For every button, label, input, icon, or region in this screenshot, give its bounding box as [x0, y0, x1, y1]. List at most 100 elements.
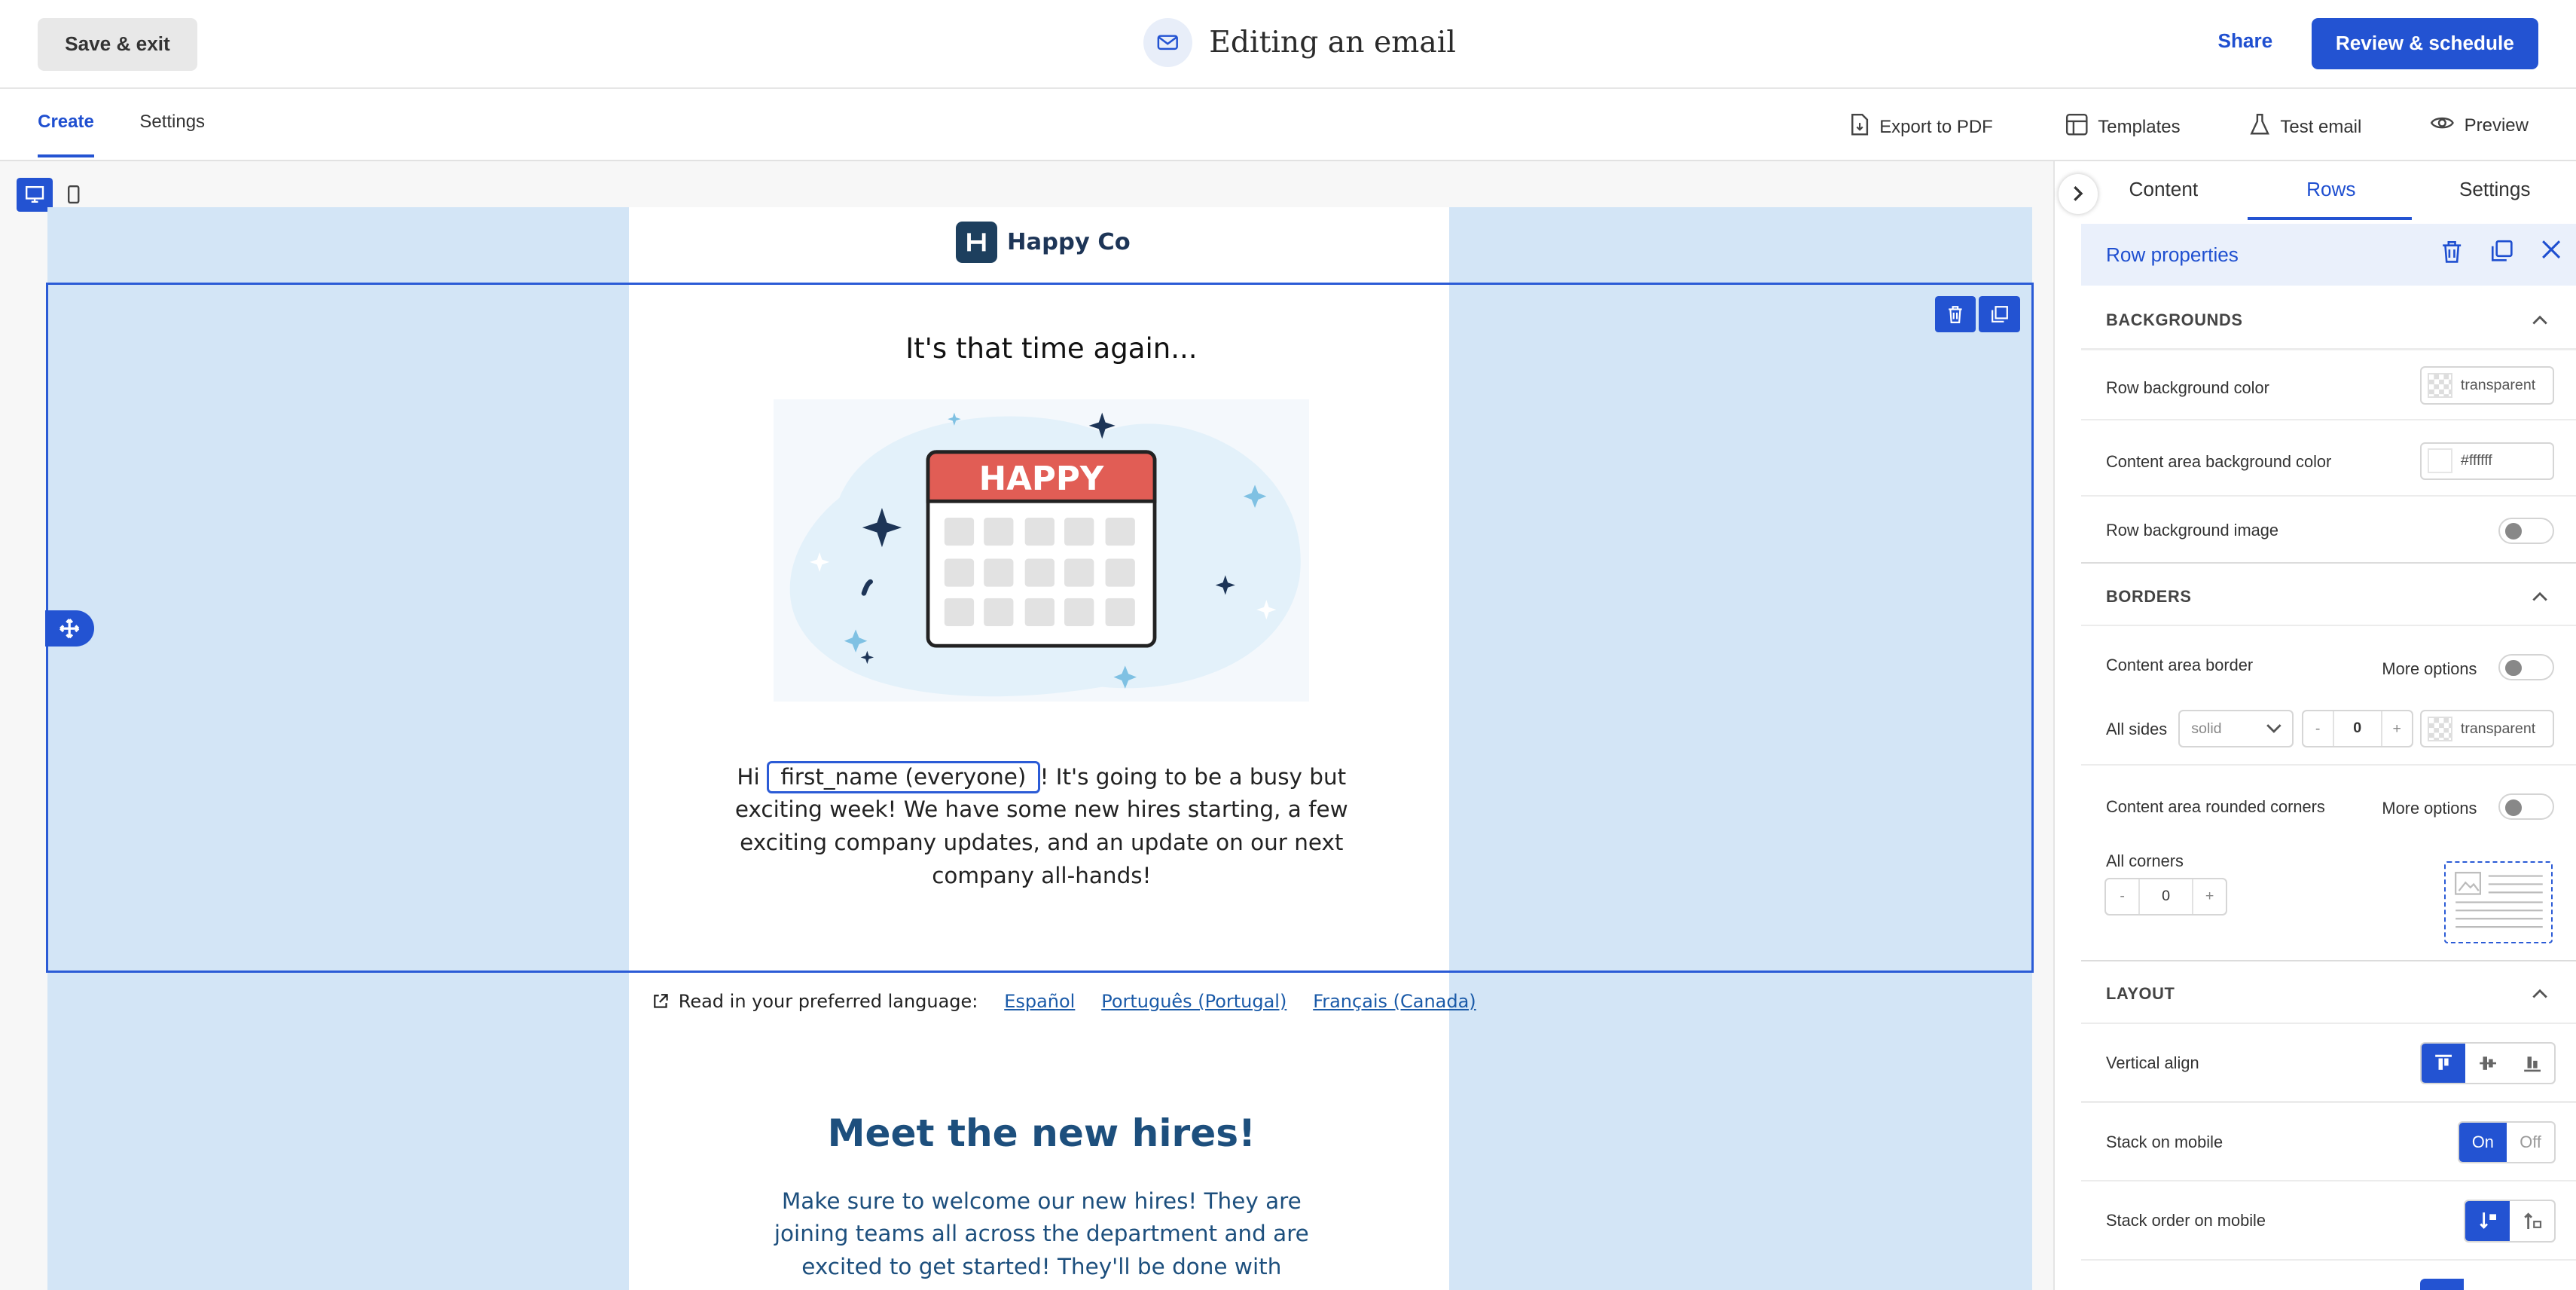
eye-icon — [2430, 113, 2455, 138]
share-link[interactable]: Share — [2218, 29, 2273, 53]
calendar-illustration[interactable]: HAPPY — [774, 399, 1310, 702]
stack-on-button[interactable]: On — [2458, 1122, 2507, 1162]
email-headline[interactable]: It's that time again... — [629, 332, 1473, 365]
align-middle-icon — [2479, 1056, 2496, 1070]
align-bottom-icon — [2523, 1056, 2541, 1072]
row-bg-color-picker[interactable]: transparent — [2419, 366, 2555, 405]
tab-settings[interactable]: Settings — [139, 112, 205, 133]
row-bg-color-label: Row background color — [2106, 378, 2269, 397]
tab-create[interactable]: Create — [38, 112, 94, 157]
copy-icon — [1991, 306, 2008, 323]
stack-order-label: Stack order on mobile — [2106, 1211, 2266, 1230]
rounded-corners-label: Content area rounded corners — [2106, 796, 2325, 816]
export-pdf-button[interactable]: Export to PDF — [1850, 113, 1993, 142]
corners-more-options-label: More options — [2382, 799, 2477, 818]
increment-button[interactable]: + — [2193, 888, 2227, 905]
app: Save & exit Editing an email Share Revie… — [0, 0, 2576, 1290]
trash-icon[interactable] — [2441, 240, 2462, 264]
row-bg-image-label: Row background image — [2106, 521, 2278, 540]
chevron-down-icon — [2266, 723, 2281, 733]
templates-button[interactable]: Templates — [2065, 113, 2181, 142]
sort-down-icon — [2480, 1212, 2496, 1230]
email-body-text[interactable]: Hi first_name (everyone)! It's going to … — [693, 760, 1390, 893]
greeting: Hi — [737, 763, 760, 790]
save-exit-button[interactable]: Save & exit — [38, 17, 197, 71]
tab-panel-settings[interactable]: Settings — [2459, 178, 2531, 201]
decrement-button[interactable]: - — [2303, 720, 2333, 738]
section-heading[interactable]: Meet the new hires! — [629, 1111, 1454, 1155]
align-top-icon — [2435, 1054, 2452, 1070]
test-email-button[interactable]: Test email — [2249, 113, 2361, 142]
border-style-select[interactable]: solid — [2178, 710, 2294, 748]
content-bg-color-value: #ffffff — [2460, 452, 2492, 469]
content-bg-color-picker[interactable]: #ffffff — [2419, 442, 2555, 480]
divider — [2081, 959, 2576, 961]
divider — [2081, 1101, 2576, 1103]
tab-content[interactable]: Content — [2129, 178, 2199, 201]
review-schedule-button[interactable]: Review & schedule — [2311, 17, 2538, 69]
layout-preview-icon — [2455, 871, 2543, 928]
divider — [2081, 1022, 2576, 1024]
external-link-icon — [654, 994, 668, 1008]
link-francais[interactable]: Français (Canada) — [1313, 991, 1476, 1012]
increment-button[interactable]: + — [2382, 720, 2412, 738]
row-tools — [1934, 296, 2020, 333]
trash-icon — [1949, 306, 1962, 324]
collapse-panel-button[interactable] — [2058, 174, 2098, 214]
close-icon[interactable] — [2541, 240, 2561, 259]
border-width-stepper[interactable]: - 0 + — [2301, 710, 2413, 748]
move-icon — [60, 618, 80, 639]
border-color-picker[interactable]: transparent — [2419, 710, 2555, 748]
stack-order-default-button[interactable] — [2465, 1201, 2510, 1241]
border-style-value: solid — [2191, 720, 2222, 737]
stack-off-button[interactable]: Off — [2507, 1123, 2554, 1162]
transparent-swatch — [2428, 716, 2453, 741]
tab-rows[interactable]: Rows — [2306, 178, 2355, 201]
divider — [2081, 764, 2576, 766]
align-bottom-button[interactable] — [2510, 1044, 2554, 1083]
align-middle-button[interactable] — [2465, 1044, 2510, 1083]
chevron-up-icon[interactable] — [2530, 984, 2550, 1004]
borders-section-title[interactable]: BORDERS — [2106, 587, 2192, 607]
divider — [2081, 1180, 2576, 1182]
corner-radius-stepper[interactable]: - 0 + — [2104, 877, 2228, 916]
preview-button[interactable]: Preview — [2430, 113, 2529, 138]
stack-mobile-label: Stack on mobile — [2106, 1132, 2223, 1151]
divider — [2081, 348, 2576, 350]
transparent-swatch — [2428, 373, 2453, 398]
copy-icon[interactable] — [2490, 240, 2513, 263]
layout-section-title[interactable]: LAYOUT — [2106, 984, 2175, 1004]
drag-handle[interactable] — [44, 610, 95, 647]
section-paragraph[interactable]: Make sure to welcome our new hires! They… — [743, 1185, 1341, 1284]
row-properties-title: Row properties — [2105, 243, 2239, 266]
white-swatch — [2428, 448, 2453, 474]
corner-preview — [2444, 861, 2553, 943]
corner-radius-value[interactable]: 0 — [2138, 879, 2193, 914]
title-area: Editing an email — [1143, 17, 1456, 68]
content-bg-color-label: Content area background color — [2106, 451, 2332, 471]
delete-row-button[interactable] — [1934, 296, 1976, 333]
link-portugues[interactable]: Português (Portugal) — [1101, 991, 1286, 1012]
row-bg-image-toggle[interactable] — [2498, 518, 2555, 544]
all-sides-label: All sides — [2106, 720, 2168, 739]
border-color-value: transparent — [2460, 720, 2536, 737]
backgrounds-section-title[interactable]: BACKGROUNDS — [2106, 310, 2243, 330]
duplicate-row-button[interactable] — [1979, 296, 2020, 333]
chevron-up-icon[interactable] — [2530, 310, 2550, 330]
align-top-button[interactable] — [2421, 1043, 2466, 1084]
merge-tag[interactable]: first_name (everyone) — [767, 760, 1040, 793]
export-pdf-label: Export to PDF — [1879, 117, 1993, 138]
row-properties-actions — [2441, 240, 2561, 264]
divider — [2081, 1258, 2576, 1261]
logo-mark-icon — [956, 222, 997, 263]
decrement-button[interactable]: - — [2106, 888, 2139, 905]
top-bar: Save & exit Editing an email Share Revie… — [0, 0, 2576, 89]
border-more-options-toggle[interactable] — [2498, 654, 2555, 680]
link-espanol[interactable]: Español — [1004, 991, 1075, 1012]
chevron-up-icon[interactable] — [2530, 587, 2550, 607]
vertical-align-group — [2419, 1041, 2556, 1085]
border-width-value[interactable]: 0 — [2332, 711, 2382, 747]
corners-more-options-toggle[interactable] — [2498, 793, 2555, 821]
stack-order-reverse-button[interactable] — [2510, 1201, 2554, 1240]
brand-logo: Happy Co — [956, 222, 1131, 263]
